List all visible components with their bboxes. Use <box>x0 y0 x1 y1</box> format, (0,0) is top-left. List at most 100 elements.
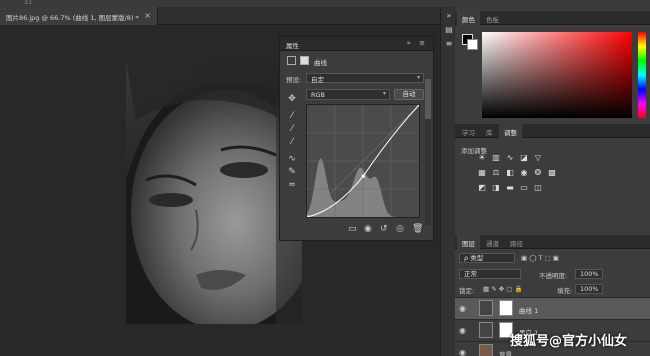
portrait-image <box>126 60 302 324</box>
hand-adjust-icon[interactable]: ✥ <box>286 93 298 105</box>
gradient-map-icon[interactable]: ▭ <box>519 183 529 193</box>
mask-thumb <box>499 300 513 316</box>
preset-value: 自定 <box>311 76 324 84</box>
properties-panel: 属性 » ≡ 曲线 预设: 自定 ▾ RGB ▾ 自动 ✥ ⁄ ⁄ ⁄ ∿ ✎ … <box>279 36 434 241</box>
tab-layers[interactable]: 图层 <box>457 235 480 249</box>
eyedropper-white-icon[interactable]: ⁄ <box>286 136 298 148</box>
blend-mode-value: 正常 <box>464 270 477 278</box>
black-white-icon[interactable]: ◧ <box>505 168 515 178</box>
channel-mixer-icon[interactable]: ❂ <box>533 168 543 178</box>
adjustments-tabs: 学习 库 调整 <box>455 124 650 138</box>
fill-value: 100% <box>580 285 599 293</box>
hue-sat-icon[interactable]: ▦ <box>477 168 487 178</box>
eye-icon[interactable]: ◉ <box>459 348 466 356</box>
threshold-icon[interactable]: ▬ <box>505 183 515 193</box>
curves-label: 曲线 <box>314 59 327 67</box>
eye-icon[interactable]: ◉ <box>459 304 466 313</box>
color-field[interactable] <box>482 32 632 118</box>
chevron-down-icon: ▾ <box>416 74 420 81</box>
adjustment-thumb <box>479 322 493 338</box>
blend-row: 正常 不透明度: 100% <box>455 269 650 282</box>
close-tab-icon[interactable]: × <box>144 11 151 20</box>
pencil-icon[interactable]: ✎ <box>286 166 298 178</box>
smooth-icon[interactable]: ≈ <box>286 179 298 191</box>
layer-filter-dropdown[interactable]: ρ 类型 <box>459 253 515 263</box>
properties-header: 属性 » ≡ <box>280 37 433 51</box>
posterize-icon[interactable]: ◨ <box>491 183 501 193</box>
color-lookup-icon[interactable]: ▩ <box>547 168 557 178</box>
properties-icon[interactable]: ≡ <box>444 39 454 49</box>
tab-color[interactable]: 颜色 <box>457 11 480 25</box>
adjustment-layer-icon[interactable] <box>287 56 296 65</box>
levels-icon[interactable]: ▥ <box>491 153 501 163</box>
blend-mode-dropdown[interactable]: 正常 <box>459 269 521 279</box>
eye-preview-icon[interactable]: ◉ <box>364 224 372 234</box>
right-panels: 颜色 色板 学习 库 调整 添加调整 ☀ ▥ ∿ ◪ ▽ ▦ ⚖ ◧ ◉ ❂ ▩… <box>455 7 650 356</box>
properties-footer: ▭ ◉ ↺ ◎ 🗑 <box>280 223 435 239</box>
preset-dropdown[interactable]: 自定 ▾ <box>306 73 424 84</box>
watermark-text: 搜狐号@官方小仙女 <box>510 334 628 349</box>
layer-row-curves[interactable]: ◉ 曲线 1 <box>455 297 650 319</box>
curve-graph[interactable] <box>305 103 421 219</box>
curve-point-0 <box>305 215 309 219</box>
layer-mask-icon[interactable] <box>300 56 309 65</box>
properties-scrollbar[interactable] <box>425 79 431 225</box>
curve-point-1 <box>361 174 365 178</box>
reset-icon[interactable]: ↺ <box>380 224 388 234</box>
curve-edit-icon[interactable]: ∿ <box>286 153 298 165</box>
color-tabs: 颜色 色板 <box>455 11 650 25</box>
invert-icon[interactable]: ◩ <box>477 183 487 193</box>
curve-graph-svg[interactable] <box>305 103 421 219</box>
tab-swatches[interactable]: 色板 <box>481 11 504 25</box>
photo-filter-icon[interactable]: ◉ <box>519 168 529 178</box>
eyedropper-black-icon[interactable]: ⁄ <box>286 110 298 122</box>
opacity-input[interactable]: 100% <box>575 269 603 279</box>
opacity-value: 100% <box>580 270 599 278</box>
tab-paths[interactable]: 路径 <box>505 235 528 249</box>
tab-learn[interactable]: 学习 <box>457 124 480 138</box>
properties-title: 属性 <box>286 42 299 50</box>
lock-icons[interactable]: ▦ ✎ ✥ ▢ 🔒 <box>483 285 523 293</box>
layer-filter-row: ρ 类型 ▣ ◯ T ⬚ ▣ <box>455 253 650 266</box>
exposure-icon[interactable]: ◪ <box>519 153 529 163</box>
filter-icons[interactable]: ▣ ◯ T ⬚ ▣ <box>521 254 559 262</box>
layer-name: 背景 <box>499 351 512 356</box>
panel-icon-strip: » ▤ ≡ <box>440 7 455 356</box>
layers-tabs: 图层 通道 路径 <box>455 235 650 249</box>
adjustment-thumb <box>479 300 493 316</box>
eye-icon[interactable]: ◉ <box>459 326 466 335</box>
lock-label: 锁定: <box>459 287 475 295</box>
eyedropper-gray-icon[interactable]: ⁄ <box>286 123 298 135</box>
expand-icon[interactable]: » <box>444 11 454 21</box>
vibrance-icon[interactable]: ▽ <box>533 153 543 163</box>
tab-adjustments[interactable]: 调整 <box>499 124 522 138</box>
document-tab[interactable]: 图片86.jpg @ 66.7% (曲线 1, 图层蒙版/8) * × <box>0 7 158 25</box>
opacity-label: 不透明度: <box>539 272 568 280</box>
lock-row: 锁定: ▦ ✎ ✥ ▢ 🔒 填充: 100% <box>455 284 650 297</box>
tab-channels[interactable]: 通道 <box>481 235 504 249</box>
curve-point-2 <box>417 103 421 107</box>
channel-dropdown[interactable]: RGB ▾ <box>306 89 390 100</box>
clip-icon[interactable]: ▭ <box>348 224 357 234</box>
top-number: 33 <box>24 0 32 6</box>
background-swatch[interactable] <box>467 39 478 50</box>
menu-strip: 33 <box>0 0 650 7</box>
auto-button[interactable]: 自动 <box>394 89 424 100</box>
fill-input[interactable]: 100% <box>575 284 603 294</box>
document-tab-bar: 图片86.jpg @ 66.7% (曲线 1, 图层蒙版/8) * × <box>0 7 440 25</box>
trash-icon[interactable]: 🗑 <box>412 224 423 234</box>
history-icon[interactable]: ▤ <box>444 25 454 35</box>
curves-header-row: 曲线 <box>280 53 435 69</box>
hue-slider[interactable] <box>638 32 646 118</box>
selective-color-icon[interactable]: ◫ <box>533 183 543 193</box>
scroll-thumb[interactable] <box>425 79 431 119</box>
tab-libraries[interactable]: 库 <box>481 124 498 138</box>
channel-value: RGB <box>311 91 326 99</box>
brightness-icon[interactable]: ☀ <box>477 153 487 163</box>
curves-icon[interactable]: ∿ <box>505 153 515 163</box>
color-balance-icon[interactable]: ⚖ <box>491 168 501 178</box>
panel-menu-icon[interactable]: » ≡ <box>407 39 428 47</box>
visibility-icon[interactable]: ◎ <box>396 224 404 234</box>
fill-label: 填充: <box>557 287 573 295</box>
chevron-down-icon: ▾ <box>382 90 386 97</box>
